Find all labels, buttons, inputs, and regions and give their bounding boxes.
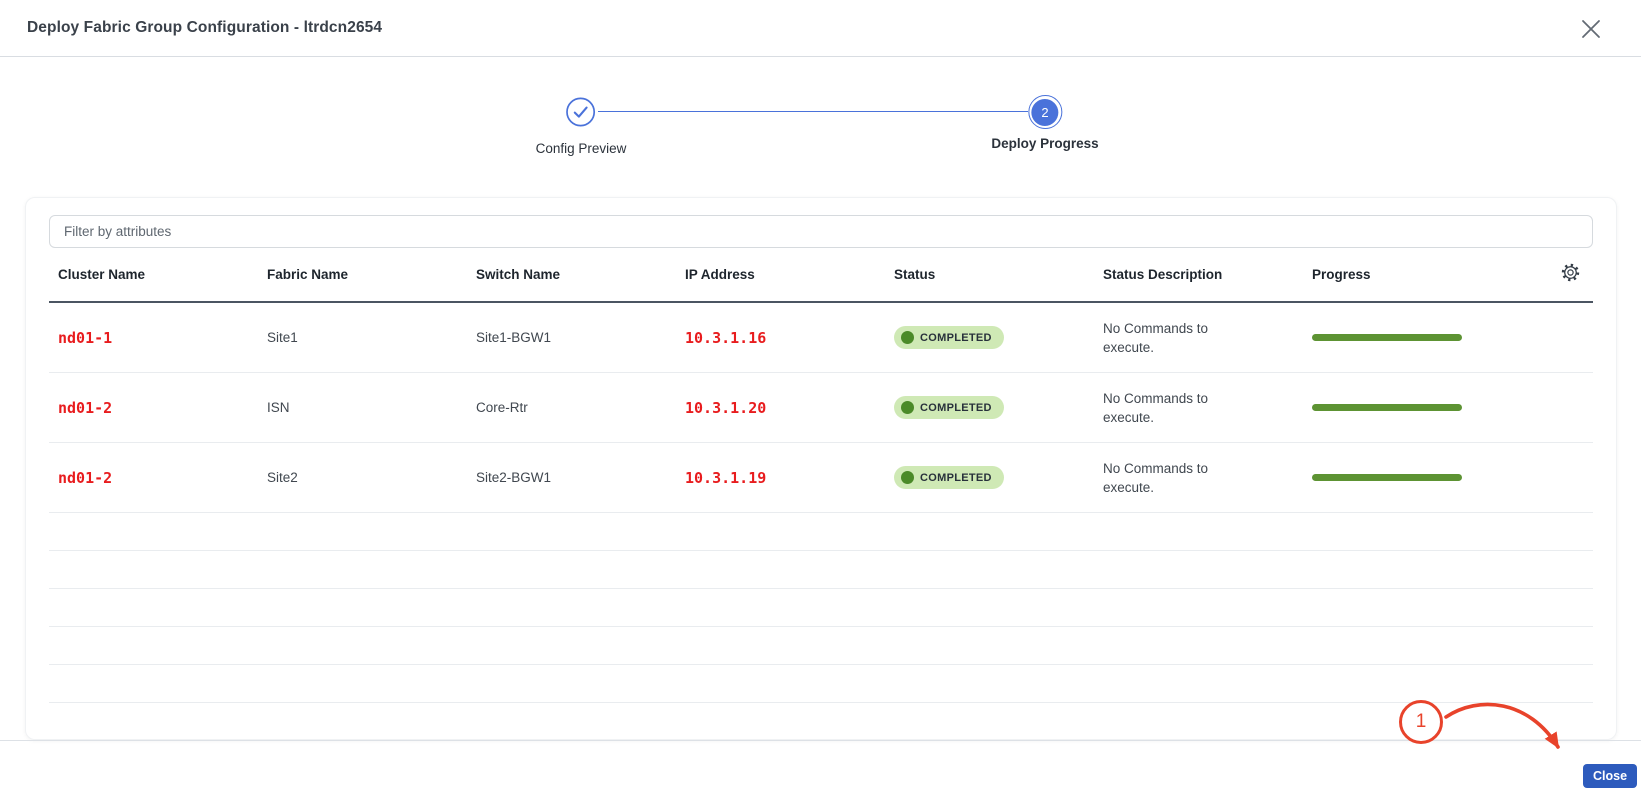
step-label: Config Preview (536, 141, 627, 156)
status-badge-label: COMPLETED (920, 332, 992, 344)
stepper-connector (598, 111, 1028, 112)
column-header-fabric-name[interactable]: Fabric Name (258, 267, 467, 282)
cell-progress (1303, 404, 1512, 411)
column-header-cluster-name[interactable]: Cluster Name (49, 267, 258, 282)
deploy-progress-card: Cluster Name Fabric Name Switch Name IP … (25, 197, 1617, 740)
cell-progress (1303, 334, 1512, 341)
cell-status-description: No Commands to execute. (1094, 319, 1303, 357)
close-icon[interactable] (1578, 16, 1604, 42)
cell-switch-name: Core-Rtr (467, 400, 676, 415)
column-settings (1512, 262, 1593, 288)
column-header-ip-address[interactable]: IP Address (676, 267, 885, 282)
annotation-step-circle: 1 (1399, 700, 1443, 744)
cell-status-description: No Commands to execute. (1094, 459, 1303, 497)
progress-bar-fill (1312, 404, 1462, 411)
empty-table-row (49, 513, 1593, 551)
column-header-switch-name[interactable]: Switch Name (467, 267, 676, 282)
table-row[interactable]: nd01-1 Site1 Site1-BGW1 10.3.1.16 COMPLE… (49, 303, 1593, 373)
cell-status-description: No Commands to execute. (1094, 389, 1303, 427)
step-number: 2 (1031, 99, 1058, 126)
cell-status: COMPLETED (885, 326, 1094, 349)
status-badge-label: COMPLETED (920, 402, 992, 414)
wizard-stepper: Config Preview 2 Deploy Progress (0, 97, 1641, 167)
cell-switch-name: Site2-BGW1 (467, 470, 676, 485)
check-circle-icon (566, 97, 596, 132)
cell-fabric-name: ISN (258, 400, 467, 415)
cell-fabric-name: Site2 (258, 470, 467, 485)
progress-bar-fill (1312, 474, 1462, 481)
column-header-status-description[interactable]: Status Description (1094, 267, 1303, 282)
cell-status: COMPLETED (885, 396, 1094, 419)
status-dot-icon (901, 401, 914, 414)
modal-header: Deploy Fabric Group Configuration - ltrd… (0, 0, 1641, 57)
cell-cluster-name: nd01-2 (49, 469, 258, 487)
cell-ip-address: 10.3.1.19 (676, 469, 885, 487)
gear-icon[interactable] (1560, 262, 1581, 288)
empty-table-row (49, 665, 1593, 703)
status-badge: COMPLETED (894, 396, 1004, 419)
empty-table-row (49, 551, 1593, 589)
progress-bar (1312, 404, 1462, 411)
step-number-circle: 2 (1028, 95, 1062, 129)
deploy-table: Cluster Name Fabric Name Switch Name IP … (49, 248, 1593, 703)
step-label: Deploy Progress (991, 136, 1098, 151)
cell-progress (1303, 474, 1512, 481)
cell-cluster-name: nd01-2 (49, 399, 258, 417)
cell-ip-address: 10.3.1.20 (676, 399, 885, 417)
cell-cluster-name: nd01-1 (49, 329, 258, 347)
progress-bar (1312, 334, 1462, 341)
table-header-row: Cluster Name Fabric Name Switch Name IP … (49, 248, 1593, 303)
status-badge: COMPLETED (894, 466, 1004, 489)
empty-table-row (49, 589, 1593, 627)
empty-table-row (49, 627, 1593, 665)
step-deploy-progress[interactable]: 2 Deploy Progress (991, 95, 1098, 151)
status-badge: COMPLETED (894, 326, 1004, 349)
modal-title: Deploy Fabric Group Configuration - ltrd… (27, 19, 382, 37)
annotation-step-number: 1 (1416, 711, 1427, 733)
cell-ip-address: 10.3.1.16 (676, 329, 885, 347)
progress-bar-fill (1312, 334, 1462, 341)
step-config-preview[interactable]: Config Preview (536, 97, 627, 156)
filter-input[interactable] (49, 215, 1593, 248)
progress-bar (1312, 474, 1462, 481)
table-row[interactable]: nd01-2 Site2 Site2-BGW1 10.3.1.19 COMPLE… (49, 443, 1593, 513)
cell-switch-name: Site1-BGW1 (467, 330, 676, 345)
column-header-progress[interactable]: Progress (1303, 267, 1512, 282)
status-dot-icon (901, 331, 914, 344)
status-badge-label: COMPLETED (920, 472, 992, 484)
cell-status: COMPLETED (885, 466, 1094, 489)
table-row[interactable]: nd01-2 ISN Core-Rtr 10.3.1.20 COMPLETED … (49, 373, 1593, 443)
column-header-status[interactable]: Status (885, 267, 1094, 282)
cell-fabric-name: Site1 (258, 330, 467, 345)
status-dot-icon (901, 471, 914, 484)
